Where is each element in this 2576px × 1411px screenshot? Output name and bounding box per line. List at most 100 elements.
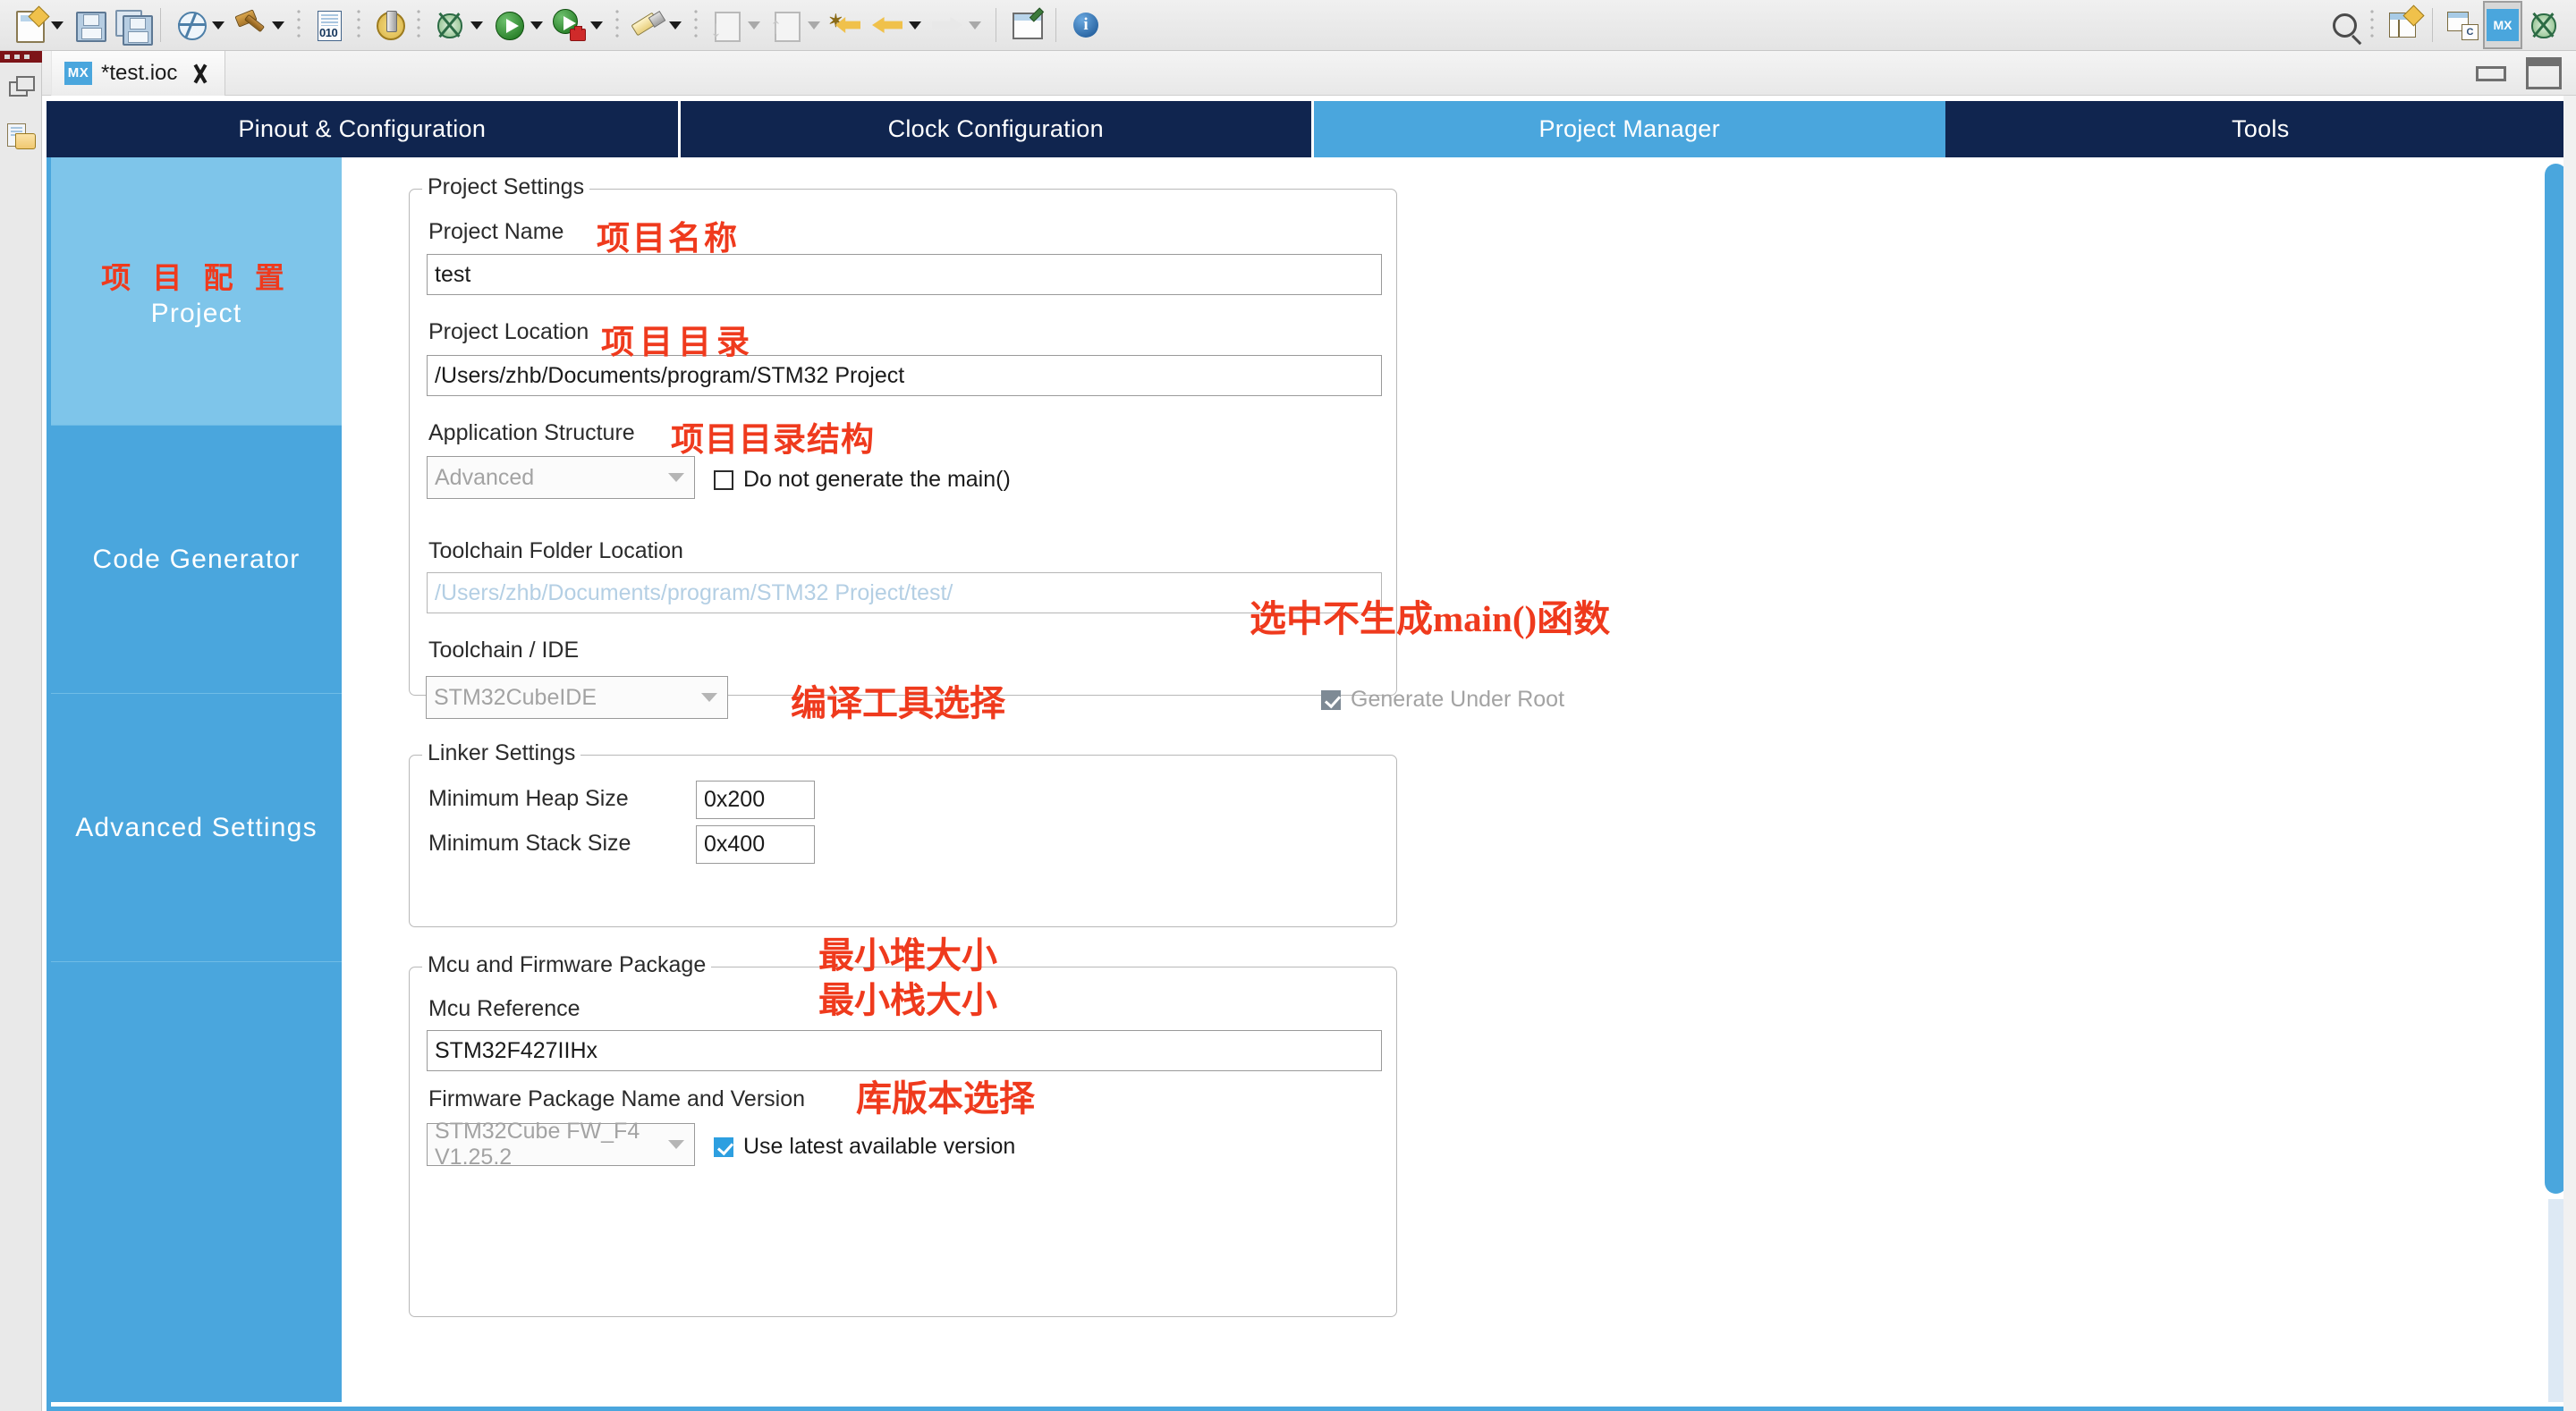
use-latest-version-checkbox-row[interactable]: Use latest available version (714, 1134, 1015, 1160)
open-perspective-button[interactable] (2382, 3, 2425, 47)
editor-tab-test-ioc[interactable]: MX *test.ioc (51, 51, 226, 96)
restore-view-icon[interactable] (7, 74, 36, 103)
back-star-icon: ✶ (828, 7, 864, 43)
project-name-input[interactable]: test (427, 254, 1382, 295)
generate-under-root-checkbox[interactable] (1321, 689, 1341, 710)
pen-dropdown-arrow[interactable] (669, 21, 682, 30)
export-dropdown-arrow[interactable] (808, 21, 820, 30)
firmware-package-select[interactable]: STM32Cube FW_F4 V1.25.2 (427, 1119, 695, 1170)
toolbar-run-button[interactable] (488, 3, 548, 47)
tab-pinout-configuration[interactable]: Pinout & Configuration (47, 101, 678, 157)
toolbar-separator (2432, 8, 2433, 42)
tab-clock-configuration[interactable]: Clock Configuration (677, 101, 1311, 157)
build-dropdown-arrow[interactable] (272, 21, 284, 30)
sidebar-item-advanced-settings[interactable]: Advanced Settings (51, 694, 342, 962)
annotation-toolchain-selection: 编译工具选择 (791, 683, 1005, 723)
toolbar-import-button[interactable]: ↓ (706, 3, 766, 47)
toolbar-build-button[interactable] (230, 3, 290, 47)
toolbar-separator (416, 9, 422, 41)
toolbar-info-button[interactable]: i (1065, 3, 1106, 47)
tab-tools[interactable]: Tools (1945, 101, 2576, 157)
left-tool-rail (0, 51, 42, 1411)
project-location-input[interactable]: /Users/zhb/Documents/program/STM32 Proje… (427, 355, 1382, 396)
do-not-generate-main-checkbox-row[interactable]: Do not generate the main() (714, 467, 1011, 493)
use-latest-version-checkbox[interactable] (714, 1136, 733, 1157)
toolbar-hex-editor-button[interactable]: 010 (309, 3, 350, 47)
application-structure-select[interactable]: Advanced (427, 456, 695, 499)
project-name-label: Project Name (428, 219, 564, 244)
toolchain-folder-location-input[interactable]: /Users/zhb/Documents/program/STM32 Proje… (427, 572, 1382, 613)
do-not-generate-main-label: Do not generate the main() (743, 467, 1011, 492)
close-icon[interactable] (190, 63, 210, 84)
use-latest-version-label: Use latest available version (743, 1134, 1016, 1159)
debug-perspective-button[interactable] (2522, 3, 2563, 47)
sidebar-item-advanced-settings-label: Advanced Settings (75, 812, 318, 842)
project-manager-content: 项 目 配 置 Project Code Generator Advanced … (47, 157, 2576, 1411)
do-not-generate-main-checkbox[interactable] (714, 469, 733, 490)
forward-dropdown-arrow[interactable] (969, 21, 981, 30)
toolbar-separator (693, 9, 699, 41)
mcu-firmware-package-group-title: Mcu and Firmware Package (422, 952, 712, 978)
project-settings-panel: Project Settings Project Name test Proje… (342, 157, 2573, 1402)
toolbar-debug-button[interactable] (428, 3, 488, 47)
annotation-min-stack: 最小栈大小 (818, 980, 997, 1020)
save-icon (72, 7, 107, 43)
pin-editor-icon (1008, 7, 1044, 43)
minimum-stack-size-input[interactable]: 0x400 (696, 825, 815, 864)
toolbar-pin-editor-button[interactable] (1005, 3, 1046, 47)
toolbar-export-button[interactable]: ↑ (766, 3, 826, 47)
skip-breakpoints-dropdown-arrow[interactable] (212, 21, 225, 30)
chevron-down-icon (668, 473, 684, 482)
toolbar-back-star-button[interactable]: ✶ (826, 3, 867, 47)
minimum-heap-size-input[interactable]: 0x200 (696, 781, 815, 819)
main-toolbar: 010 ↓ ↑ ✶ i C MX (0, 0, 2576, 51)
toolbar-separator (2369, 9, 2376, 41)
debug-dropdown-arrow[interactable] (470, 21, 483, 30)
window-vertical-scrollbar[interactable] (2563, 96, 2576, 1411)
run-tools-icon (551, 7, 587, 43)
toolbar-separator (614, 9, 621, 41)
c-cpp-perspective-button[interactable]: C (2442, 3, 2483, 47)
toolbar-separator (356, 9, 362, 41)
toolbar-skip-breakpoints-button[interactable] (170, 3, 230, 47)
run-dropdown-arrow[interactable] (530, 21, 543, 30)
toolbar-back-button[interactable] (867, 3, 927, 47)
project-manager-sidebar: 项 目 配 置 Project Code Generator Advanced … (51, 157, 342, 1402)
toolchain-folder-location-label: Toolchain Folder Location (428, 538, 683, 563)
project-explorer-icon[interactable] (7, 123, 36, 151)
sidebar-item-code-generator[interactable]: Code Generator (51, 426, 342, 694)
toolbar-search-button[interactable] (2322, 3, 2363, 47)
toolchain-ide-select[interactable]: STM32CubeIDE (426, 676, 728, 719)
minimum-heap-size-label: Minimum Heap Size (428, 786, 629, 811)
annotation-do-not-generate-main: 选中不生成main()函数 (1250, 598, 1611, 639)
toolbar-forward-button[interactable] (927, 3, 987, 47)
firmware-package-label: Firmware Package Name and Version (428, 1086, 806, 1111)
back-dropdown-arrow[interactable] (909, 21, 921, 30)
toolbar-save-all-button[interactable] (110, 3, 153, 47)
mcu-reference-input[interactable]: STM32F427IIHx (427, 1030, 1382, 1071)
toolbar-pen-button[interactable] (627, 3, 687, 47)
tab-project-manager[interactable]: Project Manager (1311, 101, 1945, 157)
new-dropdown-arrow[interactable] (51, 21, 64, 30)
content-scrollbar-track[interactable] (2548, 1199, 2563, 1402)
minimize-icon[interactable] (2476, 65, 2506, 81)
import-dropdown-arrow[interactable] (748, 21, 760, 30)
mx-perspective-label: MX (2487, 9, 2519, 41)
toolbar-build-gear-button[interactable] (369, 3, 410, 47)
chevron-down-icon (701, 693, 717, 702)
forward-icon (929, 7, 965, 43)
annotation-project-location: 项目目录 (601, 325, 755, 361)
sidebar-item-project[interactable]: 项 目 配 置 Project (51, 157, 342, 426)
maximize-icon[interactable] (2526, 57, 2562, 89)
toolbar-save-button[interactable] (69, 3, 110, 47)
run-tools-dropdown-arrow[interactable] (590, 21, 603, 30)
toolbar-run-tools-button[interactable] (548, 3, 608, 47)
generate-under-root-checkbox-row[interactable]: Generate Under Root (1321, 687, 1564, 713)
mcu-reference-label: Mcu Reference (428, 996, 580, 1021)
editor-tab-title: *test.ioc (101, 61, 178, 85)
device-configuration-perspective-button[interactable]: MX (2483, 1, 2522, 49)
info-icon-label: i (1073, 13, 1098, 38)
hex-editor-icon: 010 (311, 7, 347, 43)
toolbar-new-button[interactable] (9, 3, 69, 47)
rail-header-bar (0, 51, 42, 63)
